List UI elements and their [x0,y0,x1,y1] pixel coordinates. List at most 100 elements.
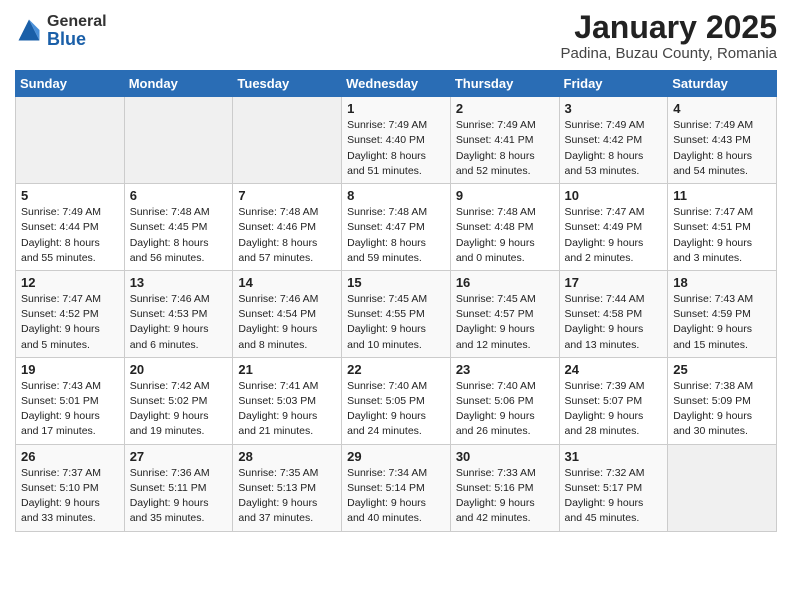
day-info: Sunrise: 7:35 AM Sunset: 5:13 PM Dayligh… [238,466,336,527]
header-tuesday: Tuesday [233,71,342,97]
header-saturday: Saturday [668,71,777,97]
day-cell: 23Sunrise: 7:40 AM Sunset: 5:06 PM Dayli… [450,357,559,444]
day-number: 10 [565,188,663,203]
week-row-1: 5 Sunrise: 7:49 AM Sunset: 4:44 PM Daylig… [16,184,777,271]
day-cell: 24 Sunrise: 7:39 AM Sunset: 5:07 PM Dayli… [559,357,668,444]
logo-general-text: General [47,14,107,30]
day-number: 28 [238,449,336,464]
day-number: 7 [238,188,336,203]
day-info: Sunrise: 7:49 AM Sunset: 4:42 PM Dayligh… [565,118,663,179]
day-cell: 27 Sunrise: 7:36 AM Sunset: 5:11 PM Dayli… [124,444,233,531]
header-row: Sunday Monday Tuesday Wednesday Thursday… [16,71,777,97]
day-cell: 2 Sunrise: 7:49 AM Sunset: 4:41 PM Daylig… [450,97,559,184]
day-number: 2 [456,101,554,116]
day-cell: 28 Sunrise: 7:35 AM Sunset: 5:13 PM Dayli… [233,444,342,531]
day-number: 31 [565,449,663,464]
day-info: Sunrise: 7:47 AM Sunset: 4:49 PM Dayligh… [565,205,663,266]
location-subtitle: Padina, Buzau County, Romania [560,45,777,62]
day-number: 24 [565,362,663,377]
day-number: 20 [130,362,228,377]
page: General Blue January 2025 Padina, Buzau … [0,0,792,612]
day-number: 19 [21,362,119,377]
day-info: Sunrise: 7:48 AM Sunset: 4:45 PM Dayligh… [130,205,228,266]
header-monday: Monday [124,71,233,97]
day-info: Sunrise: 7:40 AM Sunset: 5:05 PM Dayligh… [347,379,445,440]
header-wednesday: Wednesday [342,71,451,97]
day-number: 29 [347,449,445,464]
day-info: Sunrise: 7:38 AM Sunset: 5:09 PM Dayligh… [673,379,771,440]
day-cell [233,97,342,184]
day-cell: 29 Sunrise: 7:34 AM Sunset: 5:14 PM Dayli… [342,444,451,531]
day-info: Sunrise: 7:39 AM Sunset: 5:07 PM Dayligh… [565,379,663,440]
day-cell: 26Sunrise: 7:37 AM Sunset: 5:10 PM Dayli… [16,444,125,531]
day-cell: 16 Sunrise: 7:45 AM Sunset: 4:57 PM Dayli… [450,270,559,357]
day-number: 12 [21,275,119,290]
day-cell: 12 Sunrise: 7:47 AM Sunset: 4:52 PM Dayli… [16,270,125,357]
day-cell: 3Sunrise: 7:49 AM Sunset: 4:42 PM Daylig… [559,97,668,184]
day-info: Sunrise: 7:49 AM Sunset: 4:41 PM Dayligh… [456,118,554,179]
day-info: Sunrise: 7:47 AM Sunset: 4:51 PM Dayligh… [673,205,771,266]
day-info: Sunrise: 7:49 AM Sunset: 4:44 PM Dayligh… [21,205,119,266]
day-number: 16 [456,275,554,290]
title-area: January 2025 Padina, Buzau County, Roman… [560,10,777,62]
day-info: Sunrise: 7:48 AM Sunset: 4:46 PM Dayligh… [238,205,336,266]
header-thursday: Thursday [450,71,559,97]
day-info: Sunrise: 7:33 AM Sunset: 5:16 PM Dayligh… [456,466,554,527]
day-number: 14 [238,275,336,290]
week-row-2: 12 Sunrise: 7:47 AM Sunset: 4:52 PM Dayli… [16,270,777,357]
day-info: Sunrise: 7:37 AM Sunset: 5:10 PM Dayligh… [21,466,119,527]
header: General Blue January 2025 Padina, Buzau … [15,10,777,62]
day-info: Sunrise: 7:49 AM Sunset: 4:43 PM Dayligh… [673,118,771,179]
day-number: 27 [130,449,228,464]
day-number: 6 [130,188,228,203]
month-title: January 2025 [560,10,777,45]
day-number: 9 [456,188,554,203]
day-info: Sunrise: 7:42 AM Sunset: 5:02 PM Dayligh… [130,379,228,440]
day-info: Sunrise: 7:47 AM Sunset: 4:52 PM Dayligh… [21,292,119,353]
week-row-3: 19 Sunrise: 7:43 AM Sunset: 5:01 PM Dayli… [16,357,777,444]
day-cell: 11 Sunrise: 7:47 AM Sunset: 4:51 PM Dayli… [668,184,777,271]
day-cell: 13Sunrise: 7:46 AM Sunset: 4:53 PM Dayli… [124,270,233,357]
day-info: Sunrise: 7:34 AM Sunset: 5:14 PM Dayligh… [347,466,445,527]
day-cell: 15 Sunrise: 7:45 AM Sunset: 4:55 PM Dayli… [342,270,451,357]
day-number: 11 [673,188,771,203]
day-cell: 19 Sunrise: 7:43 AM Sunset: 5:01 PM Dayli… [16,357,125,444]
day-cell: 20 Sunrise: 7:42 AM Sunset: 5:02 PM Dayli… [124,357,233,444]
header-friday: Friday [559,71,668,97]
week-row-4: 26Sunrise: 7:37 AM Sunset: 5:10 PM Dayli… [16,444,777,531]
day-number: 30 [456,449,554,464]
day-info: Sunrise: 7:43 AM Sunset: 5:01 PM Dayligh… [21,379,119,440]
day-info: Sunrise: 7:48 AM Sunset: 4:48 PM Dayligh… [456,205,554,266]
day-number: 21 [238,362,336,377]
day-number: 5 [21,188,119,203]
header-sunday: Sunday [16,71,125,97]
day-cell [668,444,777,531]
day-info: Sunrise: 7:45 AM Sunset: 4:55 PM Dayligh… [347,292,445,353]
day-number: 15 [347,275,445,290]
day-cell: 31 Sunrise: 7:32 AM Sunset: 5:17 PM Dayli… [559,444,668,531]
day-cell: 18Sunrise: 7:43 AM Sunset: 4:59 PM Dayli… [668,270,777,357]
day-number: 17 [565,275,663,290]
day-cell: 10 Sunrise: 7:47 AM Sunset: 4:49 PM Dayli… [559,184,668,271]
day-info: Sunrise: 7:43 AM Sunset: 4:59 PM Dayligh… [673,292,771,353]
day-cell: 17Sunrise: 7:44 AM Sunset: 4:58 PM Dayli… [559,270,668,357]
day-number: 22 [347,362,445,377]
day-info: Sunrise: 7:48 AM Sunset: 4:47 PM Dayligh… [347,205,445,266]
day-cell: 8 Sunrise: 7:48 AM Sunset: 4:47 PM Daylig… [342,184,451,271]
day-number: 13 [130,275,228,290]
calendar-table: Sunday Monday Tuesday Wednesday Thursday… [15,70,777,531]
logo-blue-text: Blue [47,30,107,48]
day-cell: 25Sunrise: 7:38 AM Sunset: 5:09 PM Dayli… [668,357,777,444]
day-cell: 30 Sunrise: 7:33 AM Sunset: 5:16 PM Dayli… [450,444,559,531]
day-info: Sunrise: 7:45 AM Sunset: 4:57 PM Dayligh… [456,292,554,353]
day-cell [124,97,233,184]
day-info: Sunrise: 7:32 AM Sunset: 5:17 PM Dayligh… [565,466,663,527]
day-cell: 1Sunrise: 7:49 AM Sunset: 4:40 PM Daylig… [342,97,451,184]
day-info: Sunrise: 7:41 AM Sunset: 5:03 PM Dayligh… [238,379,336,440]
day-info: Sunrise: 7:36 AM Sunset: 5:11 PM Dayligh… [130,466,228,527]
week-row-0: 1Sunrise: 7:49 AM Sunset: 4:40 PM Daylig… [16,97,777,184]
day-cell: 4Sunrise: 7:49 AM Sunset: 4:43 PM Daylig… [668,97,777,184]
day-cell: 5 Sunrise: 7:49 AM Sunset: 4:44 PM Daylig… [16,184,125,271]
day-cell [16,97,125,184]
day-number: 8 [347,188,445,203]
